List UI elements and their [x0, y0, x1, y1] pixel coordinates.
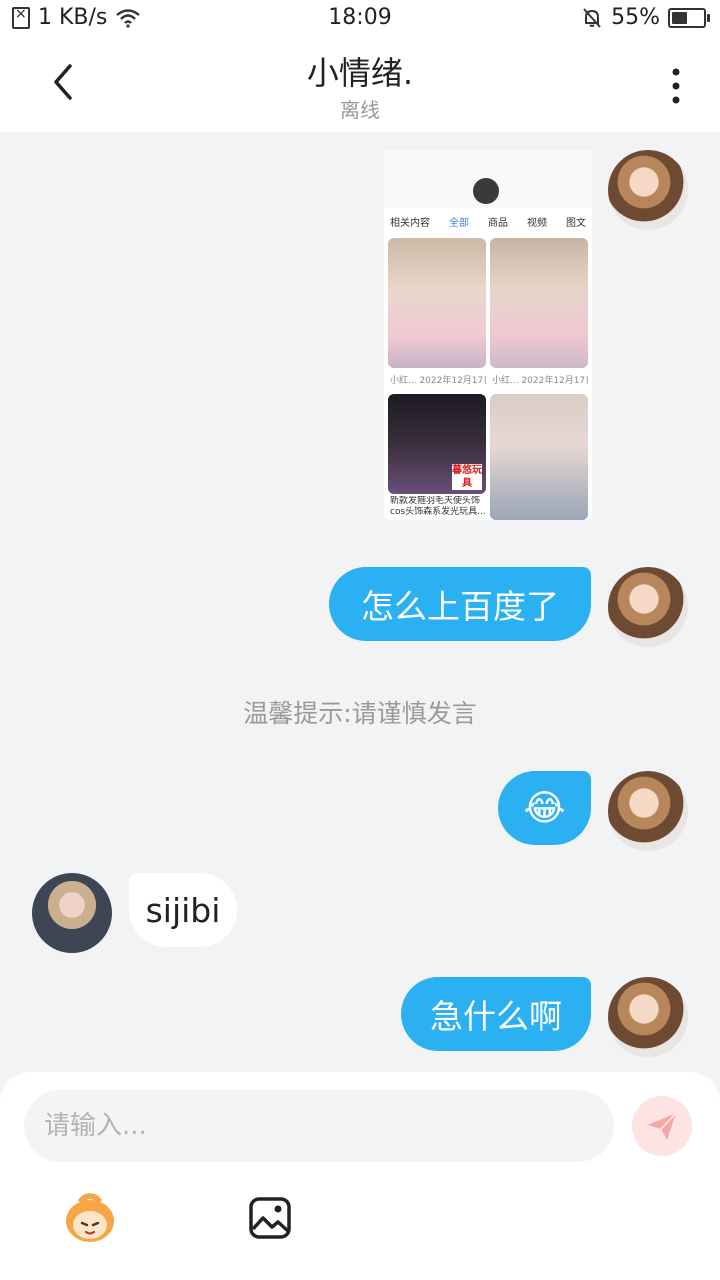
more-menu-button[interactable] — [662, 66, 690, 106]
my-avatar[interactable] — [608, 567, 688, 647]
preview-photo — [388, 238, 486, 368]
status-right: 55% — [581, 5, 710, 30]
preview-product-caption: 新款发箍羽毛天使头饰cos头饰森系发光玩具... — [390, 496, 486, 517]
mute-bell-icon — [583, 7, 601, 28]
send-icon — [648, 1112, 677, 1140]
preview-tabs: 相关内容 全部 商品 视频 图文 — [390, 214, 586, 232]
image-icon[interactable] — [248, 1196, 292, 1240]
emoji-message-bubble[interactable]: 😂 — [498, 771, 591, 845]
my-avatar[interactable] — [608, 977, 688, 1057]
composer-panel — [0, 1072, 720, 1280]
preview-header — [384, 150, 592, 208]
preview-photo — [490, 394, 588, 520]
battery-icon — [668, 7, 710, 28]
preview-photo — [490, 238, 588, 368]
preview-caption: 小红... 2022年12月17日 — [390, 376, 486, 386]
laughing-tears-emoji: 😂 — [523, 787, 566, 829]
preview-tab: 商品 — [488, 218, 508, 229]
chat-header: 小情绪. 离线 — [0, 38, 720, 132]
preview-tab: 全部 — [449, 218, 469, 229]
image-message[interactable]: 相关内容 全部 商品 视频 图文 小红... 2022年12月17日 小红...… — [384, 150, 592, 520]
battery-percent: 55% — [611, 5, 660, 30]
my-avatar[interactable] — [608, 150, 688, 230]
preview-caption: 小红... 2022年12月17日 — [492, 376, 588, 386]
contact-name: 小情绪. — [306, 54, 414, 92]
battery-fill — [672, 11, 687, 24]
my-message-bubble[interactable]: 怎么上百度了 — [329, 567, 591, 641]
preview-related-label: 相关内容 — [390, 218, 430, 229]
preview-tab: 视频 — [527, 218, 547, 229]
message-input[interactable] — [24, 1090, 614, 1162]
contact-message-bubble[interactable]: sijibi — [129, 873, 237, 947]
preview-badge: 暮悠玩具 — [452, 464, 482, 490]
status-bar: 1 KB/s 18:09 55% — [0, 0, 720, 38]
my-avatar[interactable] — [608, 771, 688, 851]
preview-photo: 暮悠玩具 — [388, 394, 486, 494]
preview-tab: 图文 — [566, 218, 586, 229]
emoji-icon[interactable] — [62, 1192, 118, 1244]
preview-avatar — [473, 178, 499, 204]
system-notice: 温馨提示:请谨慎发言 — [243, 699, 477, 728]
contact-status: 离线 — [340, 98, 380, 122]
my-message-bubble[interactable]: 急什么啊 — [401, 977, 591, 1051]
send-button[interactable] — [632, 1096, 692, 1156]
contact-avatar[interactable] — [32, 873, 112, 953]
